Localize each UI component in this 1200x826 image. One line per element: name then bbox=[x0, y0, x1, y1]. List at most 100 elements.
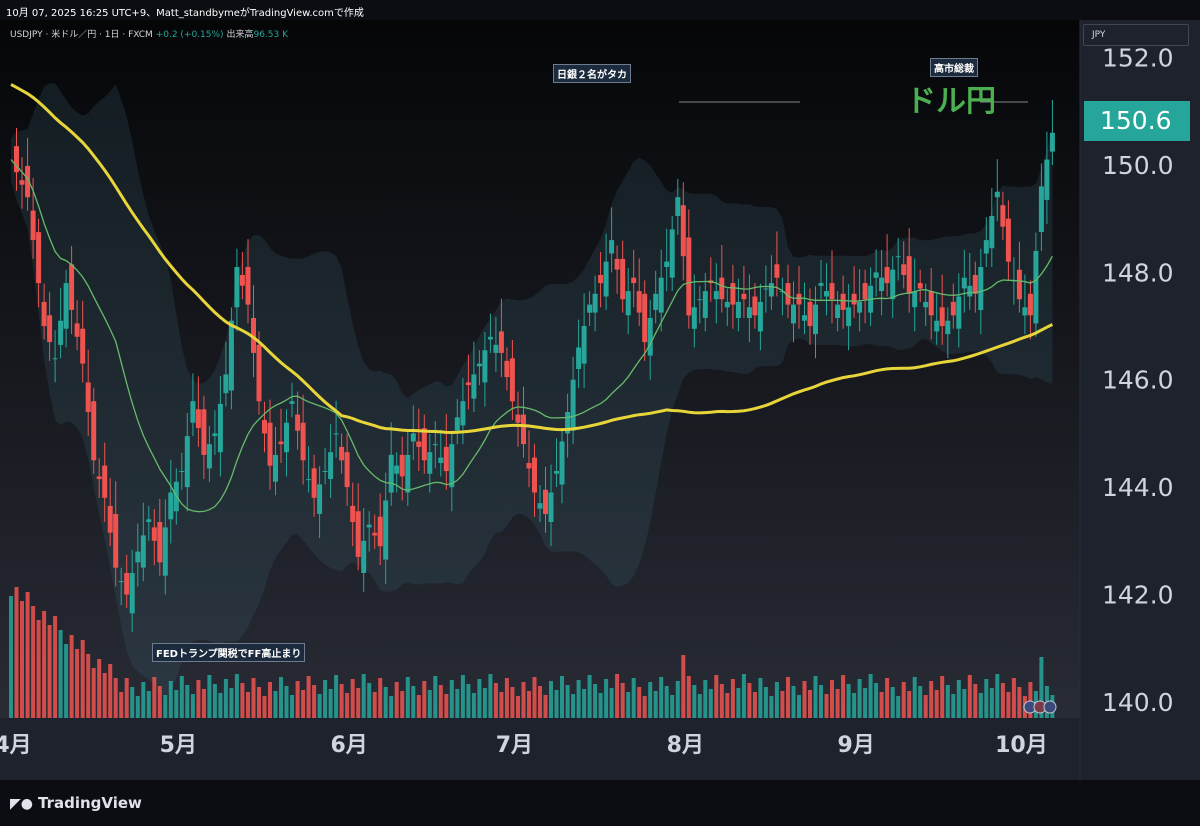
candle-body bbox=[967, 285, 973, 297]
volume-bar bbox=[201, 689, 206, 718]
volume-bar bbox=[604, 679, 609, 718]
candle-body bbox=[554, 471, 559, 474]
volume-bar bbox=[560, 676, 564, 718]
candle-body bbox=[669, 229, 675, 278]
volume-bar bbox=[47, 625, 52, 718]
candle-body bbox=[102, 465, 108, 498]
volume-bar bbox=[488, 674, 493, 718]
candle-body bbox=[873, 272, 879, 278]
annotation-boj[interactable]: 日銀２名がタカ bbox=[553, 64, 631, 83]
volume-bar bbox=[223, 679, 228, 718]
candle-body bbox=[107, 505, 113, 533]
volume-bar bbox=[301, 690, 306, 718]
price-tick-label: 148.0 bbox=[1102, 258, 1174, 287]
volume-bar bbox=[730, 679, 735, 718]
currency-selector[interactable]: JPY bbox=[1083, 24, 1189, 46]
volume-bar bbox=[945, 685, 950, 718]
volume-bar bbox=[989, 688, 994, 718]
volume-bar bbox=[25, 592, 30, 718]
volume-bar bbox=[433, 676, 438, 718]
volume-bar bbox=[907, 691, 912, 718]
volume-bar bbox=[984, 679, 989, 718]
candle-body bbox=[317, 484, 323, 514]
candle-body bbox=[300, 422, 306, 461]
volume-bar bbox=[273, 691, 278, 718]
candle-body bbox=[416, 441, 422, 447]
volume-bar bbox=[714, 675, 719, 718]
us-event-icon[interactable] bbox=[1043, 700, 1057, 714]
candle-body bbox=[658, 277, 664, 313]
volume-bar bbox=[179, 676, 184, 718]
candle-body bbox=[592, 293, 598, 313]
volume-bar bbox=[664, 686, 669, 718]
candle-body bbox=[30, 210, 36, 241]
candle-body bbox=[609, 240, 615, 254]
candle-body bbox=[713, 291, 719, 300]
time-tick-label: 8月 bbox=[667, 733, 704, 758]
volume-bar bbox=[769, 696, 774, 718]
candle-body bbox=[746, 307, 752, 318]
candle-body bbox=[598, 275, 604, 284]
candle-body bbox=[366, 524, 372, 528]
candle-body bbox=[570, 379, 576, 431]
volume-bar bbox=[912, 677, 917, 718]
tradingview-logo[interactable]: ◤● TradingView bbox=[10, 794, 142, 812]
volume-bar bbox=[141, 682, 146, 718]
volume-bar bbox=[317, 694, 322, 718]
candle-body bbox=[339, 446, 345, 461]
volume-bar bbox=[471, 693, 476, 718]
volume-bar bbox=[493, 683, 498, 718]
volume-bar bbox=[411, 686, 416, 718]
volume-bar bbox=[284, 686, 289, 718]
volume-bar bbox=[345, 693, 350, 718]
volume-bar bbox=[736, 688, 741, 718]
volume-bar bbox=[758, 678, 763, 718]
price-tick-label: 142.0 bbox=[1102, 581, 1174, 610]
annotation-takaichi[interactable]: 高市総裁 bbox=[930, 58, 978, 77]
candle-body bbox=[923, 301, 929, 308]
candle-body bbox=[857, 301, 863, 313]
candle-body bbox=[454, 417, 460, 431]
symbol-legend[interactable]: USDJPY · 米ドル／円 · 1日 · FXCM +0.2 (+0.15%)… bbox=[10, 27, 288, 40]
volume-bar bbox=[378, 678, 383, 718]
price-tick-label: 140.0 bbox=[1102, 688, 1174, 717]
volume-bar bbox=[372, 692, 377, 718]
volume-bar bbox=[659, 677, 664, 718]
volume-value: 96.53 K bbox=[253, 30, 288, 40]
candle-body bbox=[129, 573, 135, 614]
candle-body bbox=[350, 505, 356, 522]
volume-bar bbox=[234, 674, 239, 718]
candle-body bbox=[355, 511, 361, 557]
volume-bar bbox=[538, 686, 542, 718]
tradingview-logo-icon: ◤● bbox=[10, 796, 33, 812]
volume-bar bbox=[339, 684, 344, 718]
candle-body bbox=[972, 275, 978, 294]
volume-bar bbox=[697, 694, 702, 718]
price-chart[interactable]: 140.0 142.0 144.0 146.0 148.0 150.0 152.0 4月 5月… bbox=[0, 20, 1200, 780]
candle-body bbox=[201, 409, 207, 455]
volume-bar bbox=[648, 682, 653, 718]
time-tick-label: 10月 bbox=[995, 733, 1048, 758]
volume-bar bbox=[934, 690, 939, 718]
price-tick-label: 152.0 bbox=[1102, 44, 1174, 73]
candle-body bbox=[846, 307, 852, 327]
volume-bar bbox=[36, 620, 41, 718]
candle-body bbox=[47, 315, 53, 343]
price-tick-label: 146.0 bbox=[1102, 366, 1174, 395]
candle-body bbox=[306, 479, 312, 481]
candle-body bbox=[179, 471, 185, 472]
candle-body bbox=[377, 516, 383, 547]
candle-body bbox=[399, 454, 405, 477]
volume-bar bbox=[675, 681, 680, 718]
candle-body bbox=[449, 444, 455, 488]
time-tick-label: 5月 bbox=[160, 733, 197, 758]
annotation-dollar-yen[interactable]: ドル円 bbox=[906, 76, 996, 120]
volume-bar bbox=[31, 606, 36, 718]
annotation-fed[interactable]: FEDトランプ関税でFF高止まり bbox=[152, 643, 306, 662]
volume-bar bbox=[780, 691, 785, 718]
candle-body bbox=[113, 514, 119, 568]
volume-bar bbox=[808, 690, 812, 718]
candle-body bbox=[493, 344, 499, 353]
volume-label: 出来高 bbox=[226, 30, 254, 40]
volume-bar bbox=[918, 686, 923, 718]
